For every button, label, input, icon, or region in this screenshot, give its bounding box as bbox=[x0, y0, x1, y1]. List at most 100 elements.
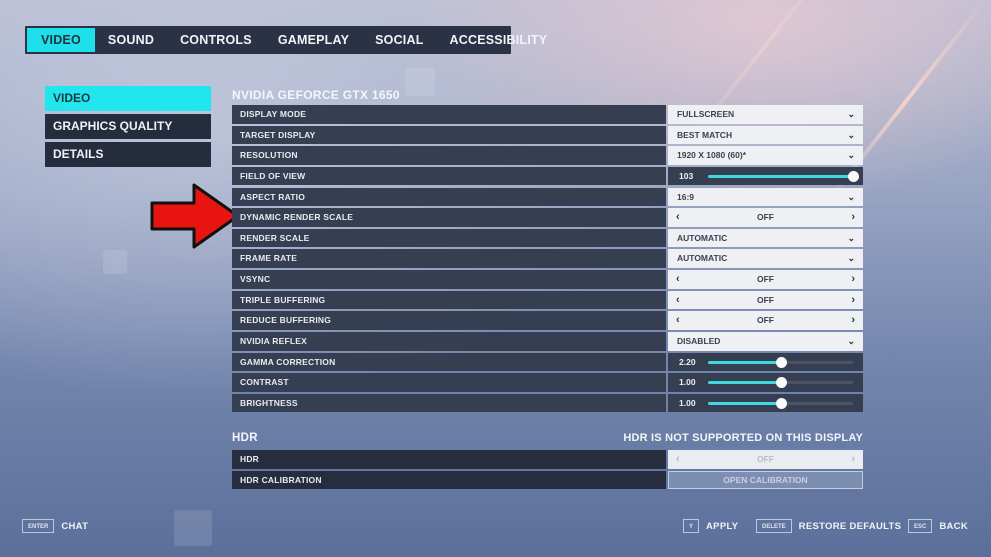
setting-row-brightness: BRIGHTNESS 1.00 bbox=[232, 393, 863, 413]
toggle-reduce-buffering[interactable]: ‹ OFF › bbox=[668, 311, 863, 330]
dropdown-nvidia-reflex[interactable]: DISABLED ⌄ bbox=[668, 332, 863, 351]
slider-fill bbox=[708, 381, 781, 385]
setting-label: GAMMA CORRECTION bbox=[232, 352, 666, 372]
tab-video[interactable]: VIDEO bbox=[27, 28, 95, 52]
setting-row-reduce-buffering: REDUCE BUFFERING ‹ OFF › bbox=[232, 311, 863, 330]
toggle-dynamic-render-scale[interactable]: ‹ OFF › bbox=[668, 208, 863, 227]
dropdown-value: 1920 X 1080 (60)* bbox=[677, 150, 746, 161]
slider-track[interactable] bbox=[708, 356, 853, 368]
slider-gamma-correction: 2.20 bbox=[668, 352, 863, 372]
setting-label: FRAME RATE bbox=[232, 249, 666, 268]
dropdown-value: FULLSCREEN bbox=[677, 109, 735, 119]
setting-label: HDR bbox=[232, 450, 666, 469]
slider-handle[interactable] bbox=[775, 356, 787, 368]
dropdown-render-scale[interactable]: AUTOMATIC ⌄ bbox=[668, 228, 863, 248]
restore-defaults-button[interactable]: DELETE RESTORE DEFAULTS bbox=[756, 519, 901, 533]
toggle-hdr: ‹ OFF › bbox=[668, 450, 863, 469]
chat-action[interactable]: ENTER CHAT bbox=[22, 519, 88, 533]
toggle-vsync[interactable]: ‹ OFF › bbox=[668, 270, 863, 289]
setting-label: HDR CALIBRATION bbox=[232, 470, 666, 490]
setting-row-hdr-calibration: HDR CALIBRATION OPEN CALIBRATION bbox=[232, 470, 863, 490]
gpu-section-title: NVIDIA GEFORCE GTX 1650 bbox=[232, 88, 400, 102]
dropdown-target-display[interactable]: BEST MATCH ⌄ bbox=[668, 125, 863, 145]
decorative-square bbox=[174, 510, 212, 546]
dropdown-value: AUTOMATIC bbox=[677, 253, 728, 264]
apply-label: APPLY bbox=[706, 520, 739, 532]
hdr-settings-list: HDR ‹ OFF › HDR CALIBRATION OPEN CALIBRATION bbox=[232, 450, 863, 491]
dropdown-resolution[interactable]: 1920 X 1080 (60)* ⌄ bbox=[668, 146, 863, 165]
setting-label: VSYNC bbox=[232, 270, 666, 289]
arrow-right-icon[interactable]: › bbox=[851, 291, 855, 310]
dropdown-value: DISABLED bbox=[677, 336, 721, 347]
side-nav-graphics-quality[interactable]: GRAPHICS QUALITY bbox=[45, 114, 211, 139]
back-label: BACK bbox=[939, 520, 968, 532]
setting-label: DYNAMIC RENDER SCALE bbox=[232, 208, 666, 227]
setting-label: ASPECT RATIO bbox=[232, 187, 666, 207]
tab-gameplay[interactable]: GAMEPLAY bbox=[265, 28, 362, 52]
slider-fill bbox=[708, 360, 781, 364]
dropdown-value: AUTOMATIC bbox=[677, 232, 728, 243]
slider-fill bbox=[708, 401, 781, 405]
setting-row-frame-rate: FRAME RATE AUTOMATIC ⌄ bbox=[232, 249, 863, 268]
tab-sound[interactable]: SOUND bbox=[95, 28, 167, 52]
chevron-down-icon: ⌄ bbox=[847, 191, 855, 202]
dropdown-value: BEST MATCH bbox=[677, 129, 733, 140]
setting-row-contrast: CONTRAST 1.00 bbox=[232, 373, 863, 392]
chevron-down-icon: ⌄ bbox=[847, 253, 855, 264]
tab-controls[interactable]: CONTROLS bbox=[167, 28, 265, 52]
setting-row-target-display: TARGET DISPLAY BEST MATCH ⌄ bbox=[232, 125, 863, 145]
setting-row-vsync: VSYNC ‹ OFF › bbox=[232, 270, 863, 289]
side-nav: VIDEO GRAPHICS QUALITY DETAILS bbox=[45, 86, 211, 170]
back-button[interactable]: ESC BACK bbox=[908, 519, 968, 533]
slider-value: 1.00 bbox=[679, 377, 696, 388]
slider-field-of-view: 103 bbox=[668, 166, 863, 186]
side-nav-video[interactable]: VIDEO bbox=[45, 86, 211, 111]
toggle-triple-buffering[interactable]: ‹ OFF › bbox=[668, 290, 863, 310]
hdr-section-title: HDR bbox=[232, 432, 258, 444]
red-arrow-annotation bbox=[150, 183, 240, 249]
dropdown-value: 16:9 bbox=[677, 191, 695, 202]
setting-label: REDUCE BUFFERING bbox=[232, 311, 666, 330]
setting-row-render-scale: RENDER SCALE AUTOMATIC ⌄ bbox=[232, 228, 863, 248]
slider-handle[interactable] bbox=[775, 397, 787, 409]
apply-button[interactable]: Y APPLY bbox=[683, 519, 738, 533]
chevron-down-icon: ⌄ bbox=[847, 232, 855, 243]
setting-label: FIELD OF VIEW bbox=[232, 166, 666, 186]
toggle-value: OFF bbox=[757, 315, 774, 326]
dropdown-aspect-ratio[interactable]: 16:9 ⌄ bbox=[668, 187, 863, 207]
arrow-right-icon[interactable]: › bbox=[851, 208, 855, 227]
decorative-square bbox=[103, 250, 127, 274]
slider-handle[interactable] bbox=[848, 170, 859, 182]
slider-brightness: 1.00 bbox=[668, 393, 863, 413]
side-nav-details[interactable]: DETAILS bbox=[45, 142, 211, 167]
tab-accessibility[interactable]: ACCESSIBILITY bbox=[437, 28, 561, 52]
chevron-down-icon: ⌄ bbox=[847, 129, 855, 140]
setting-label: DISPLAY MODE bbox=[232, 105, 666, 124]
arrow-right-icon[interactable]: › bbox=[851, 270, 855, 289]
toggle-value: OFF bbox=[757, 212, 774, 223]
tab-social[interactable]: SOCIAL bbox=[362, 28, 436, 52]
chevron-down-icon: ⌄ bbox=[847, 150, 855, 161]
hdr-unsupported-note: HDR IS NOT SUPPORTED ON THIS DISPLAY bbox=[623, 432, 863, 444]
slider-track[interactable] bbox=[708, 377, 853, 389]
slider-handle[interactable] bbox=[775, 377, 787, 389]
setting-label: RENDER SCALE bbox=[232, 228, 666, 248]
dropdown-display-mode[interactable]: FULLSCREEN ⌄ bbox=[668, 105, 863, 124]
setting-row-field-of-view: FIELD OF VIEW 103 bbox=[232, 166, 863, 186]
setting-label: CONTRAST bbox=[232, 373, 666, 392]
setting-row-hdr: HDR ‹ OFF › bbox=[232, 450, 863, 469]
setting-row-gamma-correction: GAMMA CORRECTION 2.20 bbox=[232, 352, 863, 372]
arrow-right-icon[interactable]: › bbox=[851, 311, 855, 330]
esc-key-hint: ESC bbox=[908, 519, 933, 533]
button-open-calibration: OPEN CALIBRATION bbox=[668, 470, 863, 490]
slider-track[interactable] bbox=[708, 397, 853, 409]
chevron-down-icon: ⌄ bbox=[847, 109, 855, 119]
arrow-right-icon: › bbox=[851, 453, 855, 465]
slider-track[interactable] bbox=[708, 170, 859, 182]
decorative-square bbox=[405, 68, 435, 96]
dropdown-frame-rate[interactable]: AUTOMATIC ⌄ bbox=[668, 249, 863, 268]
toggle-value: OFF bbox=[757, 454, 774, 464]
video-settings-list: DISPLAY MODE FULLSCREEN ⌄ TARGET DISPLAY BES… bbox=[232, 105, 863, 415]
setting-label: TRIPLE BUFFERING bbox=[232, 290, 666, 310]
setting-label: NVIDIA REFLEX bbox=[232, 332, 666, 351]
